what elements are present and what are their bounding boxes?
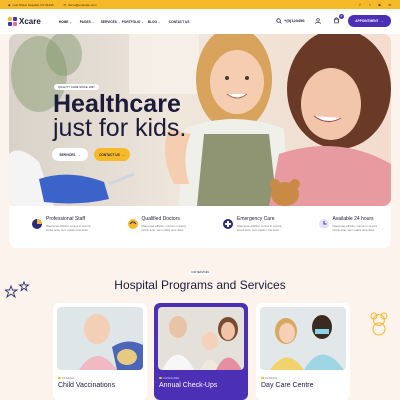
nav-label: PAGES — [79, 19, 91, 24]
search-icon[interactable] — [276, 18, 282, 24]
emergency-icon — [223, 219, 233, 229]
feature-desc: Maecenas efficitur, cursus in viverra lu… — [332, 224, 377, 232]
teddy-bear-decoration-icon — [370, 312, 388, 336]
category-label: CLINICAL — [265, 376, 278, 380]
site-header: Xcare HOME ⌄ PAGES ⌄ SERVICES ⌄ PORTFOLIO ⌄ … — [0, 9, 400, 34]
address-text: Low Street Hospital, NY 01234 — [12, 2, 54, 7]
facebook-icon[interactable]: f — [358, 3, 362, 7]
feature-desc: Maecenas efficitur, cursus in viverra lu… — [141, 224, 186, 232]
card-category: CLINICAL — [58, 376, 75, 380]
category-dot-icon — [58, 376, 61, 380]
card-title[interactable]: Annual Check-Ups — [159, 382, 217, 389]
nav-label: HOME — [58, 19, 69, 24]
feature-desc: Maecenas efficitur, cursus in viverra lu… — [46, 224, 91, 232]
hero-title-line2: just for kids. — [53, 114, 187, 142]
feature-title: Qualified Doctors — [141, 216, 180, 222]
service-card[interactable]: CHILDCARE Annual Check-Ups — [154, 303, 248, 400]
mail-icon: ✉ — [63, 2, 67, 7]
chevron-down-icon: ⌄ — [158, 19, 161, 24]
category-dot-icon — [159, 376, 162, 380]
nav-label: PORTFOLIO — [121, 19, 141, 24]
child-vaccination-photo — [57, 307, 143, 370]
site-logo[interactable]: Xcare — [8, 17, 41, 26]
nav-item-services[interactable]: SERVICES ⌄ — [101, 20, 122, 24]
nav-item-portfolio[interactable]: PORTFOLIO ⌄ — [122, 20, 148, 24]
chevron-down-icon: ⌄ — [91, 19, 95, 24]
section-title: Hospital Programs and Services — [114, 278, 286, 292]
youtube-icon[interactable]: ▶ — [378, 3, 382, 7]
hero-title-line1: Healthcare — [53, 90, 181, 118]
nav-label: SERVICES — [100, 19, 117, 24]
nav-item-pages[interactable]: PAGES ⌄ — [80, 20, 101, 24]
category-label: CLINICAL — [62, 376, 75, 380]
services-button-label: SERVICES — [59, 152, 76, 157]
logo-text: Xcare — [19, 17, 41, 26]
twitter-icon[interactable]: t — [368, 3, 372, 7]
arrow-right-icon: → — [77, 152, 81, 157]
clock-24-icon — [318, 219, 329, 229]
feature-item: Available 24 hours Maecenas efficitur, c… — [296, 206, 392, 248]
chevron-down-icon: ⌄ — [141, 19, 144, 24]
stars-decoration-icon — [5, 280, 30, 299]
main-nav: HOME ⌄ PAGES ⌄ SERVICES ⌄ PORTFOLIO ⌄ BLOG ⌄ … — [59, 20, 195, 24]
doctor-icon — [127, 219, 138, 229]
location-icon: ◉ — [8, 2, 11, 7]
appointment-label: APPOINTMENT — [355, 19, 379, 23]
card-title[interactable]: Child Vaccinations — [58, 382, 115, 389]
social-links: f t ▶ in — [358, 3, 392, 7]
card-image — [158, 307, 244, 370]
card-title[interactable]: Day Care Centre — [261, 382, 314, 389]
chevron-down-icon: ⌄ — [117, 19, 121, 24]
nav-item-blog[interactable]: BLOG ⌄ — [148, 20, 169, 24]
top-info-bar: ◉ Low Street Hospital, NY 01234 ✉ demo@e… — [0, 0, 400, 9]
service-card[interactable]: CLINICAL Day Care Centre — [256, 303, 350, 400]
feature-desc: Maecenas efficitur, cursus in viverra lu… — [237, 224, 282, 232]
card-image — [260, 307, 346, 370]
email-info[interactable]: ✉ demo@example.com — [64, 3, 97, 7]
linkedin-icon[interactable]: in — [388, 3, 392, 7]
annual-checkup-photo — [158, 307, 244, 370]
arrow-right-icon: → — [121, 152, 125, 157]
staff-icon — [32, 219, 42, 229]
feature-title: Professional Staff — [46, 216, 86, 222]
logo-mark-icon — [8, 17, 17, 26]
user-icon[interactable] — [315, 18, 321, 24]
day-care-photo — [260, 307, 346, 370]
feature-title: Available 24 hours — [332, 216, 374, 222]
header-phone[interactable]: +(0)123456 — [284, 18, 305, 23]
card-category: CLINICAL — [261, 376, 278, 380]
chevron-down-icon: ⌄ — [69, 19, 72, 24]
contact-button-label: CONTACT US — [99, 152, 120, 157]
contact-button[interactable]: CONTACT US → — [94, 148, 130, 161]
service-card[interactable]: CLINICAL Child Vaccinations — [53, 303, 147, 400]
arrow-right-icon: → — [380, 19, 384, 23]
card-category: CHILDCARE — [159, 376, 179, 380]
feature-item: Qualified Doctors Maecenas efficitur, cu… — [105, 206, 201, 248]
nav-label: CONTACT US — [168, 19, 190, 24]
address-info: ◉ Low Street Hospital, NY 01234 — [8, 3, 54, 7]
features-bar: Professional Staff Maecenas efficitur, c… — [9, 206, 391, 248]
nav-item-home[interactable]: HOME ⌄ — [59, 20, 80, 24]
category-dot-icon — [261, 376, 264, 380]
feature-item: Emergency Care Maecenas efficitur, cursu… — [200, 206, 296, 248]
category-label: CHILDCARE — [163, 376, 180, 380]
cart-count-badge: 0 — [339, 14, 344, 19]
feature-title: Emergency Care — [237, 216, 275, 222]
feature-item: Professional Staff Maecenas efficitur, c… — [9, 206, 105, 248]
email-text[interactable]: demo@example.com — [68, 3, 96, 7]
services-button[interactable]: SERVICES → — [52, 148, 88, 161]
nav-label: BLOG — [147, 19, 158, 24]
appointment-button[interactable]: APPOINTMENT → — [348, 15, 391, 27]
hero-banner: QUALITY CARE SINCE 1997 Healthcare just … — [9, 34, 391, 206]
hero-title: Healthcare just for kids. — [53, 90, 187, 142]
section-tag: OUR SERVICES — [188, 271, 212, 275]
card-image — [57, 307, 143, 370]
nav-item-contact[interactable]: CONTACT US — [169, 20, 195, 24]
